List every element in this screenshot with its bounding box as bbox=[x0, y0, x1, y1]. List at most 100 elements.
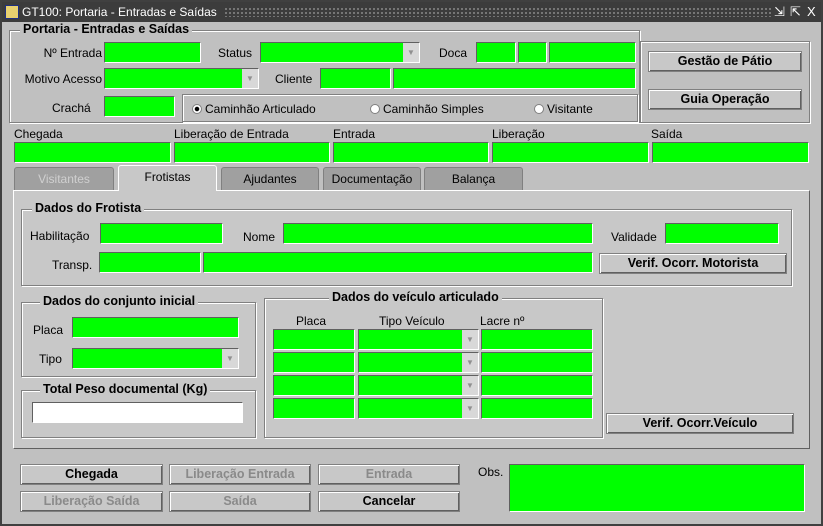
tab-ajudantes[interactable]: Ajudantes bbox=[221, 167, 319, 190]
vehicle-seal-field[interactable] bbox=[481, 398, 593, 419]
dock-label: Doca bbox=[439, 46, 468, 60]
arrival-time-field[interactable] bbox=[14, 142, 171, 163]
access-reason-label: Motivo Acesso bbox=[24, 72, 102, 86]
header-group-title: Portaria - Entradas e Saídas bbox=[20, 22, 193, 36]
tab-frotistas[interactable]: Frotistas bbox=[118, 165, 217, 191]
carrier-code-field[interactable] bbox=[99, 252, 201, 273]
access-reason-select[interactable]: ▼ bbox=[104, 68, 259, 89]
chevron-down-icon[interactable]: ▼ bbox=[462, 399, 478, 418]
client-code-field[interactable] bbox=[320, 68, 391, 89]
entry-release-button[interactable]: Liberação Entrada bbox=[169, 464, 311, 485]
license-label: Habilitação bbox=[30, 229, 90, 243]
vehicle-seal-field[interactable] bbox=[481, 329, 593, 350]
radio-icon[interactable] bbox=[534, 104, 544, 114]
vehicle-type-select[interactable]: ▼ bbox=[358, 329, 479, 350]
check-vehicle-button[interactable]: Verif. Ocorr.Veículo bbox=[606, 413, 794, 434]
vehicle-type-select[interactable]: ▼ bbox=[358, 352, 479, 373]
radio-simple[interactable]: Caminhão Simples bbox=[370, 102, 484, 116]
client-name-field[interactable] bbox=[393, 68, 636, 89]
type-label: Tipo bbox=[39, 352, 62, 366]
validity-label: Validade bbox=[611, 230, 657, 244]
title-bar: GT100: Portaria - Entradas e Saídas ⇲ ⇱ … bbox=[2, 2, 821, 22]
minimize-icon[interactable]: ⇲ bbox=[774, 2, 785, 22]
radio-visitor[interactable]: Visitante bbox=[534, 102, 593, 116]
window-title: GT100: Portaria - Entradas e Saídas bbox=[22, 5, 217, 19]
check-driver-button[interactable]: Verif. Ocorr. Motorista bbox=[599, 253, 787, 274]
vehicle-plate-field[interactable] bbox=[273, 398, 355, 419]
plate-label: Placa bbox=[33, 323, 64, 337]
chevron-down-icon[interactable]: ▼ bbox=[462, 353, 478, 372]
vehicle-plate-field[interactable] bbox=[273, 375, 355, 396]
chevron-down-icon[interactable]: ▼ bbox=[242, 69, 258, 88]
chevron-down-icon[interactable]: ▼ bbox=[222, 349, 238, 368]
release-time-label: Liberação bbox=[492, 127, 545, 141]
release-time-field[interactable] bbox=[492, 142, 649, 163]
col-plate-header: Placa bbox=[296, 314, 327, 328]
title-grip bbox=[224, 7, 771, 17]
radio-icon[interactable] bbox=[370, 104, 380, 114]
obs-field[interactable] bbox=[509, 464, 805, 512]
radio-label: Caminhão Simples bbox=[383, 102, 484, 116]
carrier-label: Transp. bbox=[52, 258, 93, 272]
dock-field-1[interactable] bbox=[476, 42, 516, 63]
initial-type-select[interactable]: ▼ bbox=[72, 348, 239, 369]
badge-field[interactable] bbox=[104, 96, 175, 117]
chevron-down-icon[interactable]: ▼ bbox=[462, 376, 478, 395]
operation-guide-button[interactable]: Guia Operação bbox=[648, 89, 802, 110]
entry-button[interactable]: Entrada bbox=[318, 464, 460, 485]
dock-field-2[interactable] bbox=[518, 42, 547, 63]
arrival-button[interactable]: Chegada bbox=[20, 464, 163, 485]
status-select[interactable]: ▼ bbox=[260, 42, 420, 63]
entry-no-label: Nº Entrada bbox=[43, 46, 102, 60]
vehicle-type-select[interactable]: ▼ bbox=[358, 375, 479, 396]
yard-management-button[interactable]: Gestão de Pátio bbox=[648, 51, 802, 72]
vehicle-plate-field[interactable] bbox=[273, 352, 355, 373]
tab-documentacao[interactable]: Documentação bbox=[323, 167, 421, 190]
tab-visitantes[interactable]: Visitantes bbox=[14, 167, 114, 190]
vehicle-seal-field[interactable] bbox=[481, 375, 593, 396]
cancel-button[interactable]: Cancelar bbox=[318, 491, 460, 512]
chevron-down-icon[interactable]: ▼ bbox=[462, 330, 478, 349]
vehicle-seal-field[interactable] bbox=[481, 352, 593, 373]
badge-label: Crachá bbox=[52, 101, 91, 115]
entry-release-time-field[interactable] bbox=[174, 142, 330, 163]
dock-field-3[interactable] bbox=[549, 42, 636, 63]
driver-group-title: Dados do Frotista bbox=[32, 201, 145, 215]
driver-group: Dados do Frotista bbox=[21, 201, 792, 286]
arrival-time-label: Chegada bbox=[14, 127, 63, 141]
carrier-name-field[interactable] bbox=[203, 252, 593, 273]
entry-time-field[interactable] bbox=[333, 142, 489, 163]
vehicle-type-select[interactable]: ▼ bbox=[358, 398, 479, 419]
initial-plate-field[interactable] bbox=[72, 317, 239, 338]
exit-time-label: Saída bbox=[651, 127, 683, 141]
obs-label: Obs. bbox=[478, 465, 504, 479]
maximize-icon[interactable]: ⇱ bbox=[790, 2, 801, 22]
tab-balanca[interactable]: Balança bbox=[424, 167, 523, 190]
radio-icon[interactable] bbox=[192, 104, 202, 114]
radio-label: Visitante bbox=[547, 102, 593, 116]
vehicle-plate-field[interactable] bbox=[273, 329, 355, 350]
app-icon bbox=[5, 5, 19, 19]
exit-button[interactable]: Saída bbox=[169, 491, 311, 512]
client-label: Cliente bbox=[275, 72, 313, 86]
radio-label: Caminhão Articulado bbox=[205, 102, 316, 116]
col-type-header: Tipo Veículo bbox=[379, 314, 445, 328]
chevron-down-icon[interactable]: ▼ bbox=[403, 43, 419, 62]
name-field[interactable] bbox=[283, 223, 593, 244]
license-field[interactable] bbox=[100, 223, 223, 244]
entry-time-label: Entrada bbox=[333, 127, 376, 141]
radio-articulated[interactable]: Caminhão Articulado bbox=[192, 102, 316, 116]
exit-time-field[interactable] bbox=[652, 142, 809, 163]
initial-set-title: Dados do conjunto inicial bbox=[40, 294, 199, 308]
weight-title: Total Peso documental (Kg) bbox=[40, 382, 211, 396]
entry-release-time-label: Liberação de Entrada bbox=[174, 127, 289, 141]
entry-no-field[interactable] bbox=[104, 42, 201, 63]
vehicle-group-title: Dados do veículo articulado bbox=[329, 290, 502, 304]
total-weight-field[interactable] bbox=[32, 402, 243, 423]
close-icon[interactable]: X bbox=[807, 2, 816, 22]
status-label: Status bbox=[218, 46, 253, 60]
name-label: Nome bbox=[243, 230, 276, 244]
col-seal-header: Lacre nº bbox=[480, 314, 525, 328]
exit-release-button[interactable]: Liberação Saída bbox=[20, 491, 163, 512]
validity-field[interactable] bbox=[665, 223, 779, 244]
